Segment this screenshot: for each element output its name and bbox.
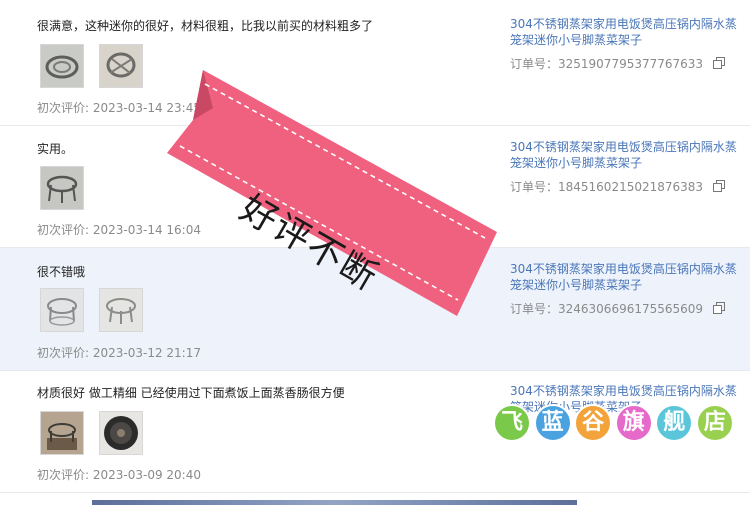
review-row-1: 很满意，这种迷你的很好，材料很粗，比我以前买的材料粗多了 初次评价: 2023-… — [0, 0, 750, 126]
review-date: 初次评价: 2023-03-14 16:04 — [37, 223, 201, 237]
review-photo[interactable] — [99, 288, 143, 332]
review-photo[interactable] — [40, 166, 84, 210]
review-photo[interactable] — [99, 411, 143, 455]
copy-icon[interactable] — [712, 302, 725, 317]
review-comment: 很满意，这种迷你的很好，材料很粗，比我以前买的材料粗多了 — [37, 19, 374, 33]
review-photo[interactable] — [40, 44, 84, 88]
review-comment: 材质很好 做工精细 已经使用过下面煮饭上面蒸香肠很方便 — [37, 386, 345, 400]
review-date: 初次评价: 2023-03-12 21:17 — [37, 346, 201, 360]
review-comment: 很不错哦 — [37, 265, 86, 279]
order-number-text: 订单号：1845160215021876383 — [510, 180, 704, 194]
watermark-char: 舰 — [655, 404, 694, 442]
product-link[interactable]: 304不锈钢蒸架家用电饭煲高压锅内隔水蒸笼架迷你小号脚蒸菜架子 — [510, 16, 742, 48]
order-number: 订单号：3246306696175565609 — [510, 300, 725, 317]
copy-icon[interactable] — [712, 180, 725, 195]
review-photo[interactable] — [99, 44, 143, 88]
store-watermark: 飞 蓝 谷 旗 舰 店 — [493, 404, 734, 442]
watermark-char: 飞 — [493, 404, 531, 442]
review-photo[interactable] — [40, 411, 84, 455]
product-link[interactable]: 304不锈钢蒸架家用电饭煲高压锅内隔水蒸笼架迷你小号脚蒸菜架子 — [510, 261, 742, 293]
product-link[interactable]: 304不锈钢蒸架家用电饭煲高压锅内隔水蒸笼架迷你小号脚蒸菜架子 — [510, 139, 742, 171]
review-row-3: 很不错哦 初次评价: 2023-03-12 21:17 304不锈钢蒸架家用电饭… — [0, 248, 750, 371]
review-date: 初次评价: 2023-03-14 23:45 — [37, 101, 201, 115]
watermark-char: 蓝 — [533, 404, 572, 442]
review-date: 初次评价: 2023-03-09 20:40 — [37, 468, 201, 482]
watermark-char: 店 — [695, 404, 734, 442]
watermark-char: 旗 — [614, 404, 653, 442]
review-row-2: 实用。 初次评价: 2023-03-14 16:04 304不锈钢蒸架家用电饭煲… — [0, 126, 750, 248]
order-number-text: 订单号：3251907795377767633 — [510, 57, 704, 71]
watermark-char: 谷 — [574, 404, 613, 442]
order-number: 订单号：3251907795377767633 — [510, 55, 725, 72]
order-number-text: 订单号：3246306696175565609 — [510, 302, 704, 316]
order-number: 订单号：1845160215021876383 — [510, 178, 725, 195]
review-photo[interactable] — [40, 288, 84, 332]
bottom-strip — [92, 500, 577, 505]
copy-icon[interactable] — [712, 57, 725, 72]
review-comment: 实用。 — [37, 142, 74, 156]
